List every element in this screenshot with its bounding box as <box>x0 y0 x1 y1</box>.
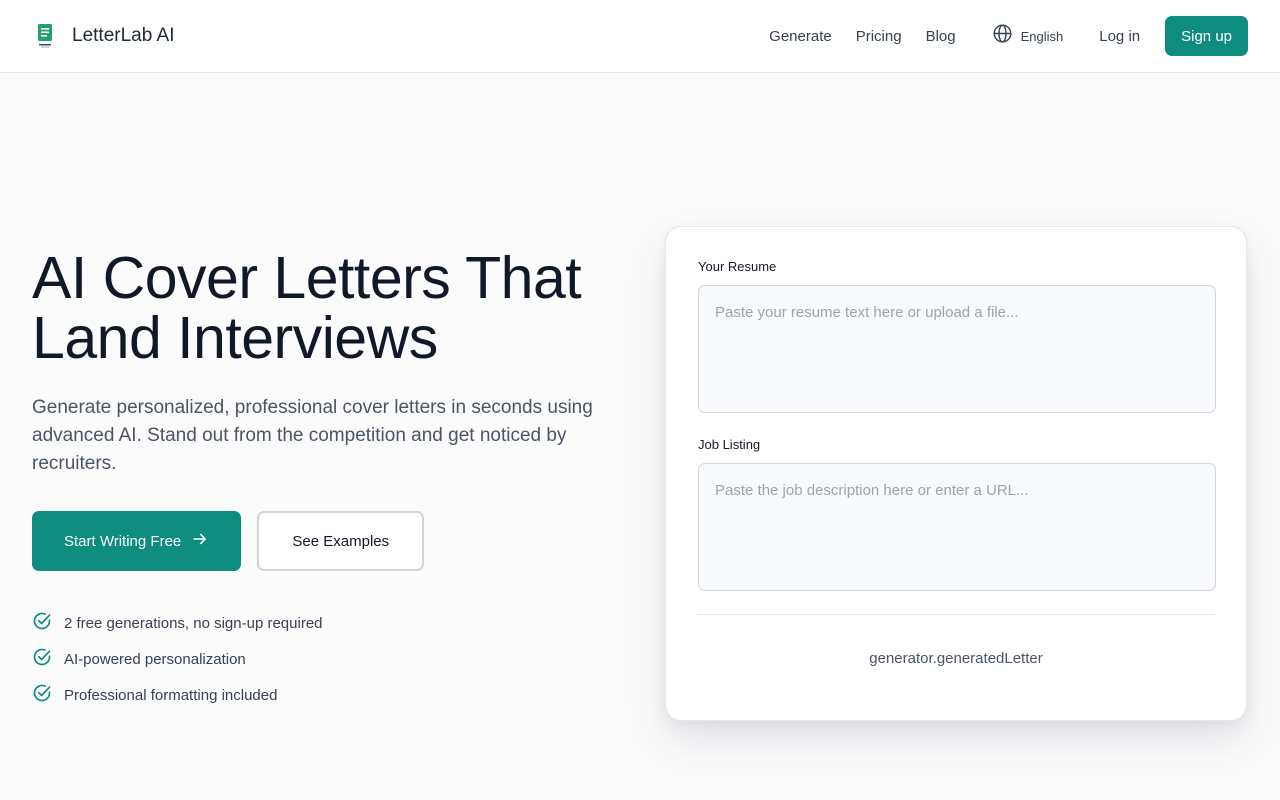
job-listing-label: Job Listing <box>698 437 761 452</box>
hero-subtitle: Generate personalized, professional cove… <box>32 397 593 474</box>
hero: AI Cover Letters That Land Interviews Ge… <box>32 248 632 713</box>
job-field: Job Listing <box>698 437 1216 591</box>
resume-input[interactable] <box>698 285 1216 413</box>
job-listing-input[interactable] <box>698 463 1216 591</box>
cta-row: Start Writing Free See Examples <box>32 511 632 571</box>
list-item: 2 free generations, no sign-up required <box>32 605 632 641</box>
site-header: LetterLab AI Generate Pricing Blog Engli… <box>0 0 1280 73</box>
list-item: Professional formatting included <box>32 677 632 713</box>
language-label: English <box>1020 28 1064 44</box>
hero-title-line-2: Land Interviews <box>32 305 438 371</box>
hero-title: AI Cover Letters That Land Interviews <box>32 248 632 368</box>
hero-title-line-1: AI Cover Letters That <box>32 245 582 311</box>
generator-card: Your Resume Job Listing generator.genera… <box>665 226 1247 721</box>
feature-text: AI-powered personalization <box>64 650 246 668</box>
arrow-right-icon <box>191 530 209 552</box>
nav-blog[interactable]: Blog <box>926 28 956 45</box>
divider <box>698 614 1214 615</box>
see-examples-button[interactable]: See Examples <box>257 511 425 571</box>
feature-text: 2 free generations, no sign-up required <box>64 614 323 632</box>
generated-letter-label: generator.generatedLetter <box>869 650 1043 667</box>
start-writing-button[interactable]: Start Writing Free <box>32 511 242 571</box>
feature-list: 2 free generations, no sign-up required … <box>32 605 632 713</box>
brand-name: LetterLab AI <box>72 25 175 46</box>
main-nav: Generate Pricing Blog English Log in Sig… <box>769 16 1248 56</box>
check-circle-icon <box>32 647 52 672</box>
resume-label: Your Resume <box>698 259 777 274</box>
check-circle-icon <box>32 683 52 708</box>
start-writing-label: Start Writing Free <box>64 532 182 550</box>
document-logo-icon <box>32 23 58 49</box>
list-item: AI-powered personalization <box>32 641 632 677</box>
nav-pricing[interactable]: Pricing <box>856 28 902 45</box>
login-link[interactable]: Log in <box>1099 28 1140 45</box>
signup-button[interactable]: Sign up <box>1165 16 1248 56</box>
feature-text: Professional formatting included <box>64 686 278 704</box>
check-circle-icon <box>32 611 52 636</box>
nav-generate[interactable]: Generate <box>769 28 832 45</box>
language-selector[interactable]: English <box>992 23 1064 49</box>
brand[interactable]: LetterLab AI <box>32 23 174 49</box>
globe-icon <box>992 23 1013 49</box>
